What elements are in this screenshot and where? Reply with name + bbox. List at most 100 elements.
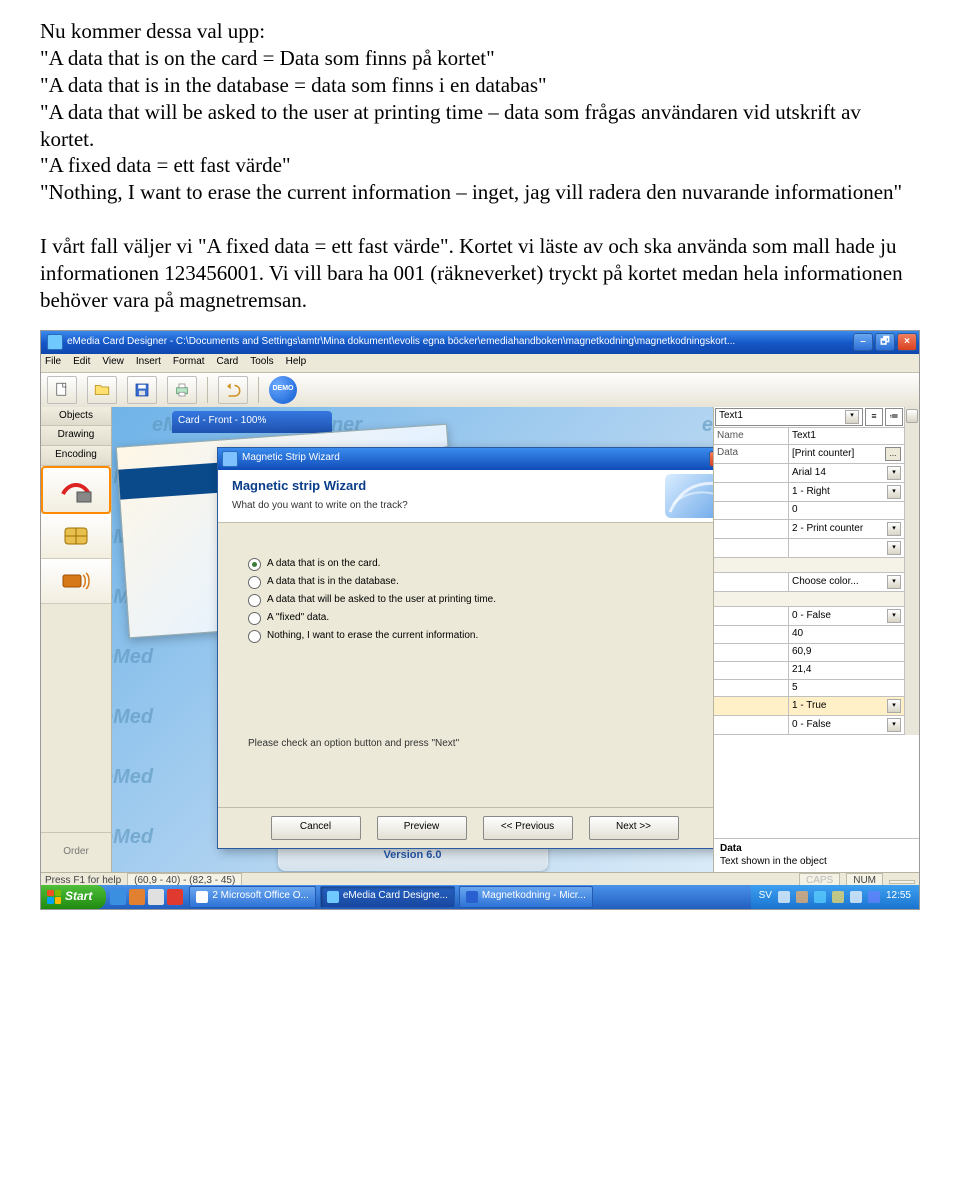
restore-button[interactable]: 🗗	[875, 333, 895, 351]
radio-option-0[interactable]: A data that is on the card.	[248, 558, 701, 571]
ellipsis-button[interactable]: ...	[885, 447, 901, 461]
tray-icon[interactable]	[868, 891, 880, 903]
undo-button[interactable]	[218, 376, 248, 404]
titlebar: eMedia Card Designer - C:\Documents and …	[41, 331, 919, 354]
task-label: Magnetkodning - Micr...	[482, 890, 586, 903]
radio-option-2[interactable]: A data that will be asked to the user at…	[248, 594, 701, 607]
taskbar-task[interactable]: Magnetkodning - Micr...	[459, 886, 593, 908]
tool-magstripe[interactable]	[41, 466, 111, 514]
radio-option-3[interactable]: A "fixed" data.	[248, 612, 701, 625]
menu-view[interactable]: View	[102, 356, 124, 369]
demo-badge: DEMO	[269, 376, 297, 404]
clock[interactable]: 12:55	[886, 890, 911, 903]
doc-opt4: "A fixed data = ett fast värde"	[40, 152, 920, 179]
cancel-button[interactable]: Cancel	[271, 816, 361, 840]
property-row[interactable]: Choose color...▾	[714, 573, 904, 592]
help-text: Text shown in the object	[720, 856, 913, 869]
menu-edit[interactable]: Edit	[73, 356, 90, 369]
tray-icon[interactable]	[850, 891, 862, 903]
sort-alpha-button[interactable]: ≡	[865, 408, 883, 426]
property-row[interactable]: ▾	[714, 539, 904, 558]
new-button[interactable]	[47, 376, 77, 404]
property-value[interactable]: 2 - Print counter▾	[789, 520, 904, 538]
preview-button[interactable]: Preview	[377, 816, 467, 840]
property-row[interactable]	[714, 592, 904, 607]
scrollbar[interactable]	[904, 407, 919, 736]
tab-objects[interactable]: Objects	[41, 407, 111, 427]
tab-encoding[interactable]: Encoding	[41, 446, 111, 466]
property-row[interactable]: 1 - Right▾	[714, 483, 904, 502]
ql-icon[interactable]	[129, 889, 145, 905]
property-value[interactable]: 40	[789, 626, 904, 643]
wizard-close-button[interactable]: ×	[709, 451, 713, 467]
tray-icon[interactable]	[796, 891, 808, 903]
property-row[interactable]: 60,9	[714, 644, 904, 662]
ql-ie-icon[interactable]	[110, 889, 126, 905]
menu-file[interactable]: File	[45, 356, 61, 369]
tool-chip[interactable]	[41, 514, 111, 559]
taskbar-task[interactable]: eMedia Card Designe...	[320, 886, 455, 908]
property-value[interactable]: 0	[789, 502, 904, 519]
property-value[interactable]: Arial 14▾	[789, 464, 904, 482]
property-value[interactable]: Text1	[789, 428, 904, 445]
next-button[interactable]: Next >>	[589, 816, 679, 840]
ql-icon[interactable]	[167, 889, 183, 905]
property-value[interactable]: 1 - True▾	[789, 697, 904, 715]
property-row[interactable]: 5	[714, 680, 904, 698]
property-value[interactable]: 60,9	[789, 644, 904, 661]
menu-card[interactable]: Card	[217, 356, 239, 369]
taskbar-task[interactable]: 2 Microsoft Office O...	[189, 886, 316, 908]
taskbar: Start 2 Microsoft Office O... eMedia Car…	[41, 885, 919, 909]
property-value[interactable]: 0 - False▾	[789, 607, 904, 625]
doc-opt1: "A data that is on the card = Data som f…	[40, 45, 920, 72]
property-row[interactable]: 1 - True▾	[714, 697, 904, 716]
property-value[interactable]: 0 - False▾	[789, 716, 904, 734]
radio-label: A data that is on the card.	[267, 558, 380, 571]
print-button[interactable]	[167, 376, 197, 404]
radio-option-1[interactable]: A data that is in the database.	[248, 576, 701, 589]
property-value[interactable]: [Print counter]...	[789, 445, 904, 463]
minimize-button[interactable]: –	[853, 333, 873, 351]
property-value[interactable]: Choose color...▾	[789, 573, 904, 591]
start-button[interactable]: Start	[41, 885, 106, 909]
wizard-graphic	[665, 474, 713, 518]
property-value[interactable]: 1 - Right▾	[789, 483, 904, 501]
open-button[interactable]	[87, 376, 117, 404]
tray-icon[interactable]	[814, 891, 826, 903]
object-selector[interactable]: Text1▾	[715, 408, 863, 426]
ql-icon[interactable]	[148, 889, 164, 905]
task-label: 2 Microsoft Office O...	[212, 890, 309, 903]
save-button[interactable]	[127, 376, 157, 404]
property-row[interactable]: 40	[714, 626, 904, 644]
property-row[interactable]: 0	[714, 502, 904, 520]
tool-contactless[interactable]	[41, 559, 111, 604]
radio-option-4[interactable]: Nothing, I want to erase the current inf…	[248, 630, 701, 643]
property-row[interactable]: 0 - False▾	[714, 607, 904, 626]
property-row[interactable]: 0 - False▾	[714, 716, 904, 735]
tab-drawing[interactable]: Drawing	[41, 426, 111, 446]
design-canvas[interactable]: eMedia Card Designer eMed eMed eMed eMed…	[112, 407, 713, 873]
property-row[interactable]: Arial 14▾	[714, 464, 904, 483]
property-key	[714, 644, 789, 661]
menu-format[interactable]: Format	[173, 356, 205, 369]
menu-tools[interactable]: Tools	[250, 356, 273, 369]
tray-icon[interactable]	[832, 891, 844, 903]
property-value[interactable]: ▾	[789, 539, 904, 557]
menu-help[interactable]: Help	[286, 356, 307, 369]
tab-order[interactable]: Order	[41, 832, 111, 873]
language-indicator[interactable]: SV	[759, 890, 772, 903]
property-row[interactable]	[714, 558, 904, 573]
property-row[interactable]: NameText1	[714, 428, 904, 446]
property-row[interactable]: 2 - Print counter▾	[714, 520, 904, 539]
property-key	[714, 483, 789, 501]
property-row[interactable]: 21,4	[714, 662, 904, 680]
sort-cat-button[interactable]: ≔	[885, 408, 903, 426]
property-row[interactable]: Data[Print counter]...	[714, 445, 904, 464]
close-button[interactable]: ×	[897, 333, 917, 351]
tray-icon[interactable]	[778, 891, 790, 903]
previous-button[interactable]: << Previous	[483, 816, 573, 840]
menu-insert[interactable]: Insert	[136, 356, 161, 369]
property-value[interactable]: 5	[789, 680, 904, 697]
property-value[interactable]: 21,4	[789, 662, 904, 679]
quick-launch	[110, 889, 183, 905]
